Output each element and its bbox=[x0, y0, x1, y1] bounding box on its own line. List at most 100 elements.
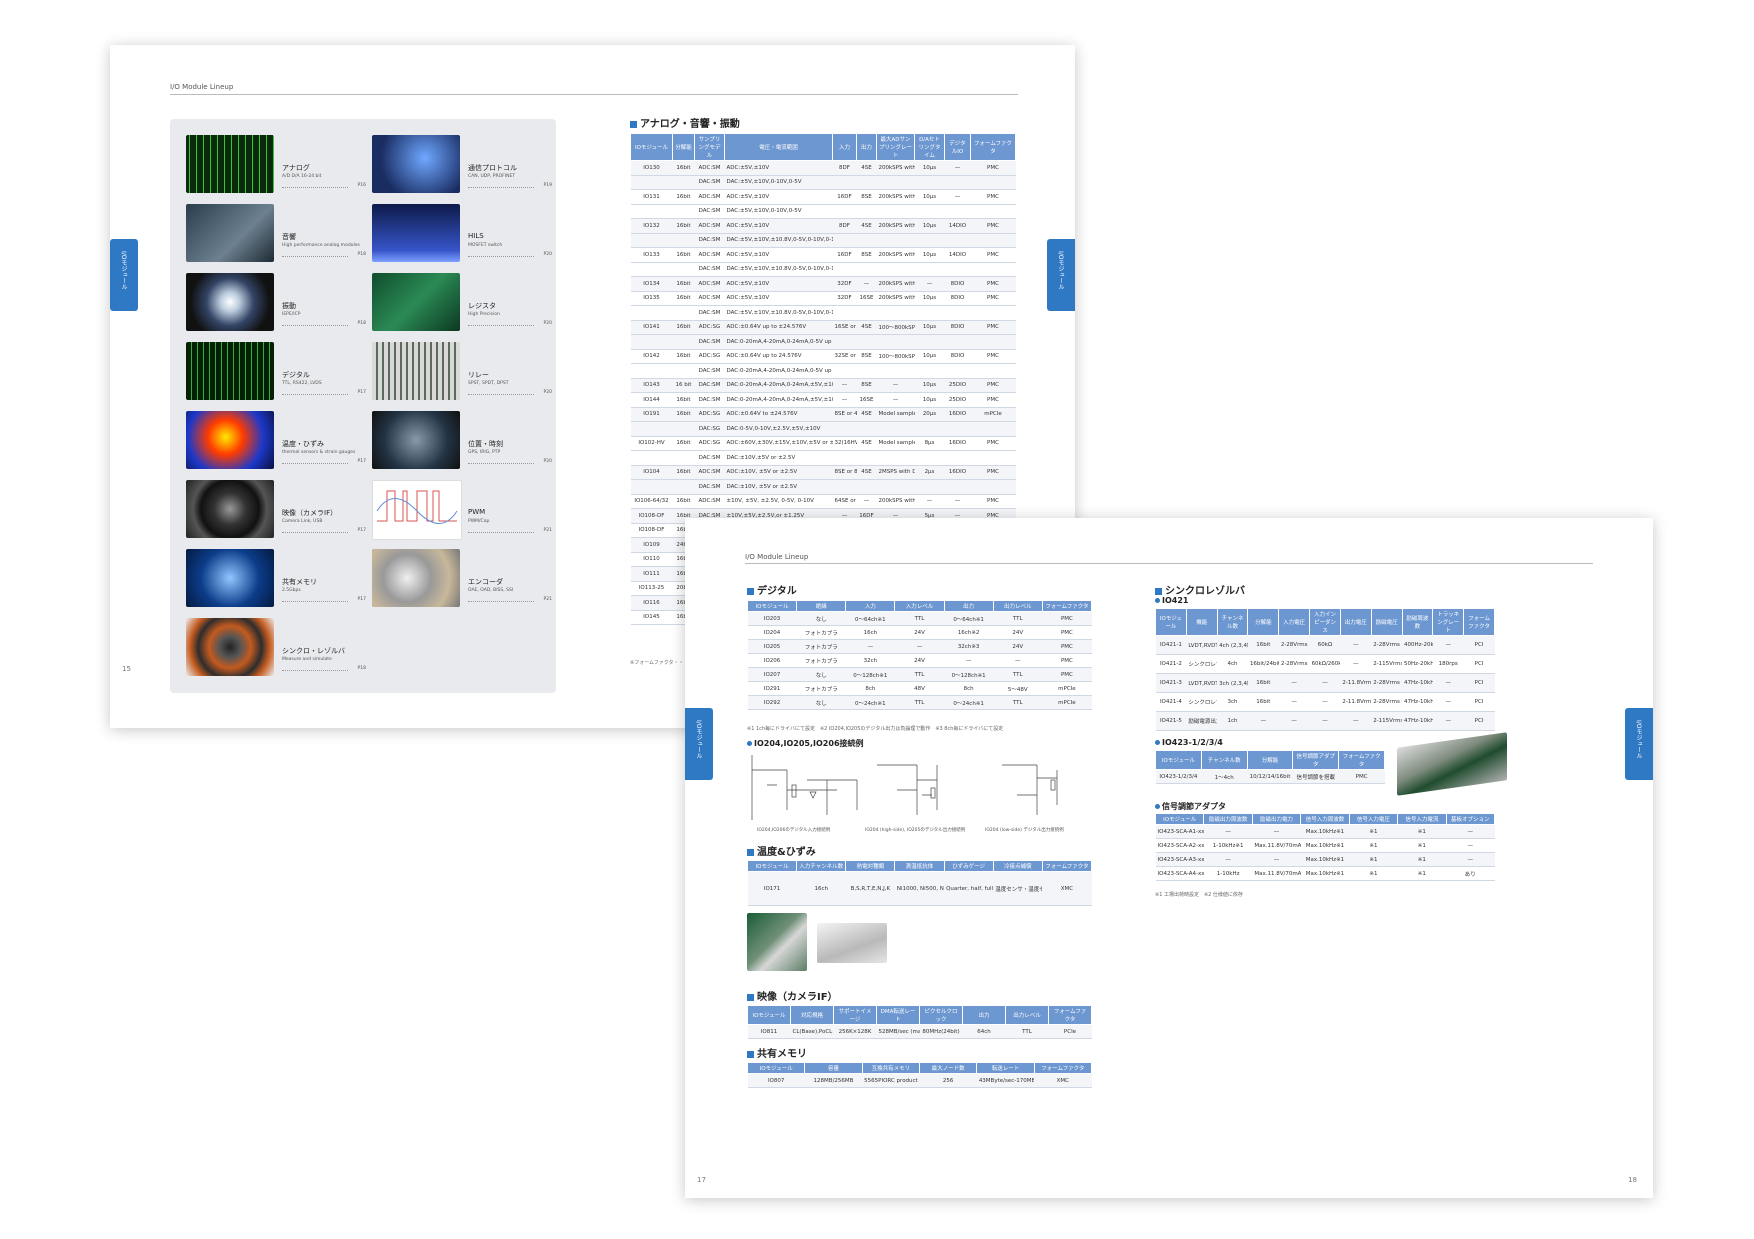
table-cell: あり bbox=[1446, 866, 1495, 881]
table-cell bbox=[630, 421, 673, 437]
module-thumbnail bbox=[186, 273, 274, 331]
table-cell: 16bit bbox=[672, 407, 695, 422]
module-page-ref: P17 bbox=[357, 390, 366, 395]
table-cell bbox=[944, 305, 971, 321]
table-cell: 16SE or 8DF bbox=[832, 320, 857, 335]
table-cell bbox=[944, 421, 971, 437]
table-cell: ADC:SG bbox=[694, 407, 725, 422]
table-row: IO191 16bit ADC:SG ADC:±0.64V to ±24.576V 8S… bbox=[630, 407, 1016, 422]
table-cell: 5565PIORC product family bbox=[862, 1073, 920, 1088]
table-cell: 14DIO bbox=[944, 218, 971, 234]
table-cell bbox=[856, 363, 877, 379]
column-header: フォームファクタ bbox=[1041, 600, 1093, 612]
header-rule bbox=[170, 94, 1018, 95]
table-cell: — bbox=[1340, 654, 1372, 674]
footnote: ※1 1ch毎にドライバにて設定 ※2 IO204,IO205のデジタル出力は負… bbox=[747, 726, 1004, 732]
table-row: DAC:SM DAC:±5V,±10V,0-10V,0-5V bbox=[630, 204, 1016, 219]
table-cell: 43MByte/sec-170MByte/sec bbox=[976, 1073, 1035, 1088]
column-header: 出力電圧 bbox=[1339, 608, 1372, 636]
leader-line bbox=[282, 325, 348, 326]
column-header: 分解能 bbox=[672, 133, 695, 161]
module-name: アナログ bbox=[282, 164, 310, 172]
io423-board-photo bbox=[1397, 732, 1507, 796]
table-cell: なし bbox=[796, 695, 846, 710]
column-header: フォームファクタ bbox=[1048, 1005, 1092, 1025]
table-cell: — bbox=[914, 494, 945, 509]
table-cell bbox=[970, 363, 1016, 379]
table-cell: Model sample rate bbox=[876, 407, 915, 422]
table-row: IO141 16bit ADC:SG ADC:±0.64V up to ±24.576… bbox=[630, 320, 1016, 335]
table-cell: — bbox=[1432, 711, 1464, 731]
table-cell: 20μs bbox=[914, 407, 945, 422]
table-cell bbox=[856, 233, 877, 248]
table-row: IO104 16bit ADC:SM ADC:±10V, ±5V or ±2.5V 8S… bbox=[630, 465, 1016, 480]
camera-spec-table: IOモジュール 対応規格 サポートイメージ DMA転送レート ピクセルクロック 出力 出力レ… bbox=[747, 1005, 1092, 1039]
table-cell bbox=[876, 421, 915, 437]
table-cell: 3ch (2,3,4線式) bbox=[1217, 673, 1248, 693]
io421-spec-table: IOモジュール 機能 チャンネル数 分解能 入力電圧 入力インピーダンス 出力電圧 励磁電圧励… bbox=[1155, 608, 1495, 731]
table-header-row: IOモジュール チャンネル数 分解能 信号調節アダプタ フォームファクタ bbox=[1155, 750, 1385, 770]
module-item: HILS MOSFET switch P20 bbox=[372, 204, 552, 264]
module-thumbnail bbox=[186, 549, 274, 607]
table-cell: XMC bbox=[1042, 871, 1092, 906]
leader-line bbox=[282, 187, 348, 188]
table-cell: — bbox=[1432, 673, 1464, 693]
bullet-icon bbox=[747, 741, 752, 746]
table-cell: 16bit bbox=[1247, 692, 1279, 712]
table-cell: DAC:SG bbox=[694, 421, 725, 437]
table-cell: ADC:SG bbox=[694, 436, 725, 451]
section-title-text: アナログ・音響・振動 bbox=[640, 119, 740, 130]
table-cell bbox=[630, 262, 673, 277]
table-cell: PMC bbox=[970, 247, 1016, 263]
module-description: A/D D/A 16-24 bit bbox=[282, 174, 322, 179]
table-cell: なし bbox=[796, 667, 846, 682]
table-cell: シンクロレゾルバシミュレーション bbox=[1186, 692, 1218, 712]
bullet-icon bbox=[1155, 740, 1160, 745]
table-cell: Max.10kHz※1 bbox=[1300, 866, 1350, 881]
table-row: IO423-1/2/3/4 1〜4ch 10/12/14/16bit 信号調節を搭載 P… bbox=[1155, 769, 1385, 784]
table-cell bbox=[876, 334, 915, 350]
table-row: IO807128MB/256MB5565PIORC product family… bbox=[747, 1073, 1092, 1088]
table-cell: 1〜4ch bbox=[1201, 769, 1248, 784]
table-cell bbox=[630, 175, 673, 190]
table-cell bbox=[630, 334, 673, 350]
column-header: 電圧・電流範囲 bbox=[724, 133, 833, 161]
column-header: 励磁周波数 bbox=[1401, 608, 1434, 636]
pwm-waveform-icon bbox=[376, 490, 458, 524]
table-cell: ADC:±0.64V up to 24.576V bbox=[724, 349, 833, 364]
table-cell: 16bit bbox=[672, 189, 695, 205]
table-cell: IO811 bbox=[747, 1024, 791, 1039]
column-header: IOモジュール bbox=[1155, 750, 1202, 770]
table-cell bbox=[832, 450, 857, 466]
table-cell: IO191 bbox=[630, 407, 673, 422]
table-cell: — bbox=[1278, 673, 1310, 693]
column-header: IOモジュール bbox=[1155, 608, 1187, 636]
table-cell: ADC:±5V,±10V bbox=[724, 276, 833, 292]
table-cell: ※1 bbox=[1349, 852, 1398, 867]
table-cell: 16ch※2 bbox=[944, 625, 994, 640]
table-cell: 0〜128ch※1 bbox=[845, 667, 895, 682]
table-cell: PMC bbox=[1042, 653, 1092, 668]
module-description: thermal sensors & strain gauges bbox=[282, 450, 356, 455]
module-page-ref: P18 bbox=[357, 321, 366, 326]
table-cell: 256 bbox=[919, 1073, 977, 1088]
table-cell: 24V bbox=[894, 653, 945, 668]
table-cell: IO134 bbox=[630, 276, 673, 292]
table-cell: 8SE or 4DF bbox=[832, 407, 857, 422]
module-thumbnail bbox=[372, 480, 462, 540]
page-number-left: 17 bbox=[697, 1176, 706, 1184]
module-page-ref: P20 bbox=[543, 252, 552, 257]
module-description: PWM/Cap bbox=[468, 519, 490, 524]
running-head: I/O Module Lineup bbox=[745, 553, 809, 561]
table-cell: DAC:SM bbox=[694, 175, 725, 190]
table-cell bbox=[944, 262, 971, 277]
column-header: フォームファクタ bbox=[1033, 1062, 1093, 1074]
table-row: DAC:SM DAC:±10V, ±5V or ±2.5V bbox=[630, 479, 1016, 495]
table-cell: DAC:0-20mA,4-20mA,0-24mA,0-5V up to 0-12… bbox=[724, 363, 833, 379]
table-cell: 16bit bbox=[672, 436, 695, 451]
leader-line bbox=[282, 601, 348, 602]
table-cell: 2-28Vrms bbox=[1371, 635, 1402, 655]
table-cell: IO141 bbox=[630, 320, 673, 335]
table-cell: — bbox=[845, 639, 895, 654]
module-name: 通信プロトコル bbox=[468, 164, 517, 172]
